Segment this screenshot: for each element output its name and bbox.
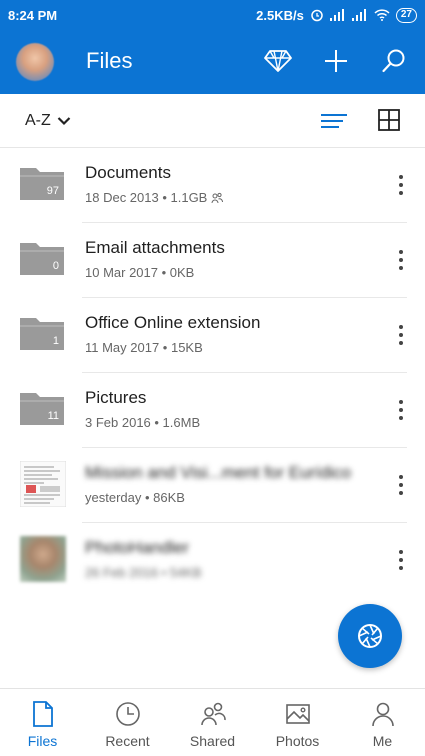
file-meta: 10 Mar 2017 • 0KB [85,265,194,280]
grid-view-icon[interactable] [377,108,401,132]
file-meta-text: 10 Mar 2017 • 0KB [85,265,195,280]
file-meta-text: 26 Feb 2016 • 54KB [85,565,202,580]
nav-files[interactable]: Files [0,689,85,756]
list-view-icon[interactable] [320,108,348,134]
more-options-button[interactable] [391,245,411,275]
sort-label: A-Z [25,112,51,129]
folder-count: 11 [47,410,59,422]
file-meta: yesterday • 86KB [85,490,185,505]
nav-label: Recent [105,733,150,749]
folder-icon: 0 [20,243,64,275]
onedrive-files-screen: 8:24 PM 2.5KB/s 27 Files A-Z 97 Document… [0,0,425,756]
plus-icon [325,50,347,72]
list-item[interactable]: 11 Pictures 3 Feb 2016 • 1.6MB [0,373,425,448]
person-icon [371,702,394,727]
photo-thumbnail [20,536,66,582]
battery-indicator: 27 [395,7,417,23]
nav-shared[interactable]: Shared [170,689,255,756]
document-thumbnail [20,461,66,507]
diamond-icon [264,50,292,72]
nav-label: Me [372,733,393,749]
search-button[interactable] [377,44,411,78]
file-list: 97 Documents 18 Dec 2013 • 1.1GB 0 Email… [0,148,425,598]
app-bar-actions [261,44,411,78]
folder-count: 0 [52,260,59,272]
file-icon [32,701,53,727]
file-meta: 18 Dec 2013 • 1.1GB [85,190,224,205]
folder-icon: 1 [20,318,64,350]
more-options-button[interactable] [391,545,411,575]
nav-label: Files [27,733,58,749]
file-name: Mission and Visi...ment for Eurídico [85,463,352,482]
list-item[interactable]: PhotoHandler 26 Feb 2016 • 54KB [0,523,425,598]
file-meta: 26 Feb 2016 • 54KB [85,565,202,580]
nav-recent[interactable]: Recent [85,689,170,756]
file-meta-text: 18 Dec 2013 • 1.1GB [85,190,208,205]
alarm-icon [311,9,323,22]
file-meta: 11 May 2017 • 15KB [85,340,203,355]
folder-count: 97 [46,185,59,197]
nav-label: Shared [189,733,236,749]
premium-diamond-button[interactable] [261,44,295,78]
shared-people-icon [211,192,224,203]
nav-photos[interactable]: Photos [255,689,340,756]
clock-icon [115,702,140,726]
aperture-icon [358,624,382,648]
signal-icon-2 [351,9,366,21]
folder-icon: 11 [20,393,64,425]
status-indicators: 2.5KB/s 27 [256,7,417,23]
status-bar: 8:24 PM 2.5KB/s 27 [0,0,425,30]
signal-icon [329,9,344,21]
status-time: 8:24 PM [8,7,58,23]
network-speed: 2.5KB/s [256,7,304,23]
more-options-button[interactable] [391,320,411,350]
file-name: PhotoHandler [85,538,189,557]
people-icon [200,702,226,726]
more-options-button[interactable] [391,395,411,425]
folder-count: 1 [52,335,59,347]
more-options-button[interactable] [391,470,411,500]
app-bar: Files [0,30,425,94]
list-item[interactable]: 1 Office Online extension 11 May 2017 • … [0,298,425,373]
file-name: Email attachments [85,238,225,257]
folder-icon: 97 [20,168,64,200]
list-item[interactable]: 97 Documents 18 Dec 2013 • 1.1GB [0,148,425,223]
nav-me[interactable]: Me [340,689,425,756]
wifi-icon [374,9,390,21]
list-item[interactable]: 0 Email attachments 10 Mar 2017 • 0KB [0,223,425,298]
file-meta-text: 11 May 2017 • 15KB [85,340,203,355]
sort-dropdown[interactable]: A-Z [25,112,71,130]
more-options-button[interactable] [391,170,411,200]
page-title: Files [86,48,133,73]
chevron-down-icon [57,117,71,126]
add-button[interactable] [319,44,353,78]
file-name: Documents [85,163,171,182]
bottom-navigation: Files Recent Shared Photos Me [0,688,425,756]
avatar[interactable] [16,43,54,81]
sort-toolbar: A-Z [0,94,425,148]
camera-scan-button[interactable] [338,604,402,668]
file-name: Pictures [85,388,147,407]
file-meta-text: 3 Feb 2016 • 1.6MB [85,415,201,430]
file-meta-text: yesterday • 86KB [85,490,185,505]
image-icon [285,704,310,724]
nav-label: Photos [275,733,320,749]
search-icon [382,49,405,73]
list-item[interactable]: Mission and Visi...ment for Eurídico yes… [0,448,425,523]
file-meta: 3 Feb 2016 • 1.6MB [85,415,200,430]
file-name: Office Online extension [85,313,261,332]
